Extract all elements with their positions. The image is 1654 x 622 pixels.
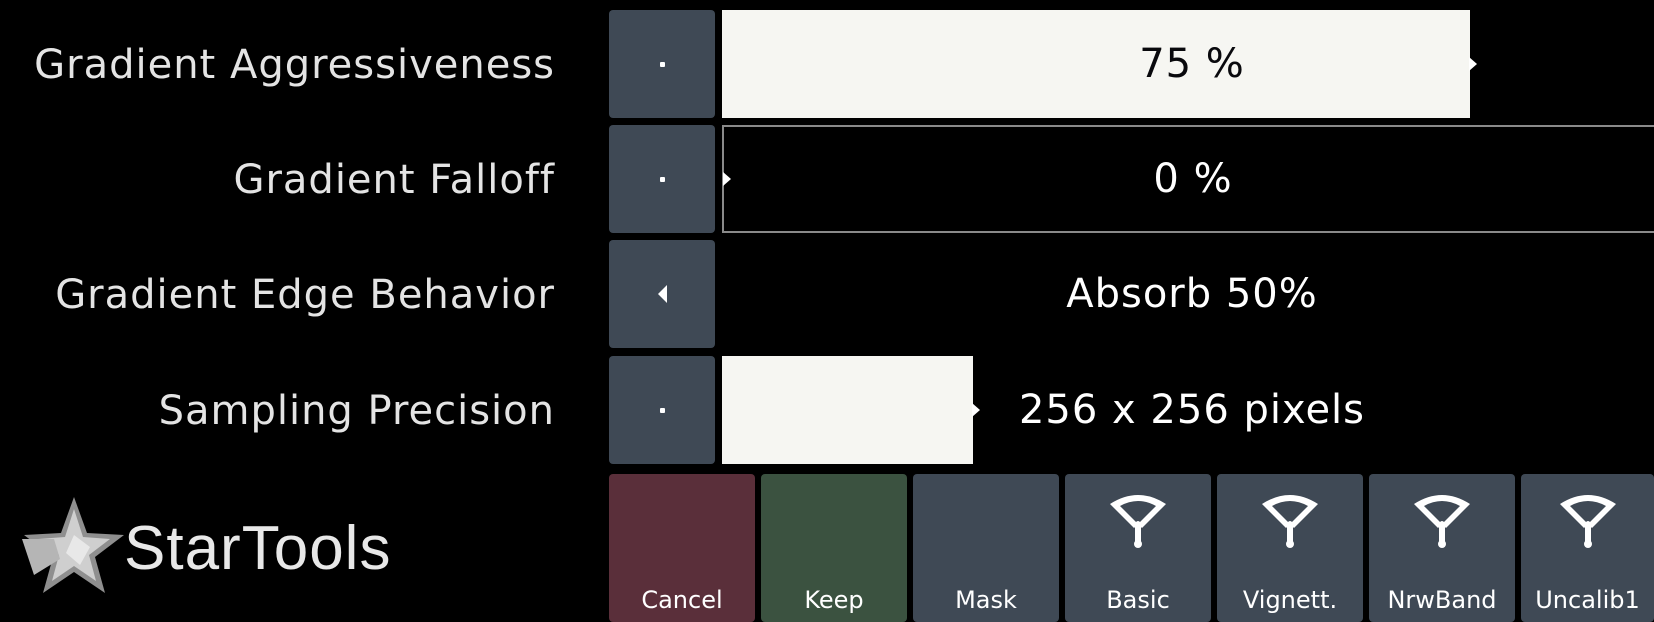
previous-option-button[interactable] <box>609 240 715 348</box>
keep-button-label: Keep <box>804 586 864 614</box>
mask-button[interactable]: Mask <box>913 474 1059 622</box>
param-label: Gradient Falloff <box>233 157 555 203</box>
logo-text: StarTools <box>124 514 392 583</box>
cancel-button[interactable]: Cancel <box>609 474 755 622</box>
cancel-button-label: Cancel <box>641 586 723 614</box>
preset-vignetting-button[interactable]: Vignett. <box>1217 474 1363 622</box>
selector-value: Absorb 50% <box>1066 271 1318 317</box>
triangle-left-icon <box>657 285 667 303</box>
dot-icon <box>659 407 665 413</box>
param-row-gradient-falloff: Gradient Falloff 0 % <box>0 125 1654 235</box>
wiper-icon <box>1262 495 1318 548</box>
selector-gradient-edge-behavior[interactable]: Absorb 50% <box>722 240 1654 348</box>
param-row-sampling-precision: Sampling Precision 256 x 256 pixels <box>0 356 1654 466</box>
wiper-icon <box>1110 495 1166 548</box>
preset-basic-button[interactable]: Basic <box>1065 474 1211 622</box>
star-logo-icon <box>22 497 124 593</box>
preset-label: Uncalib1 <box>1535 586 1640 614</box>
slider-value: 256 x 256 pixels <box>1018 387 1366 433</box>
preset-label: NrwBand <box>1387 586 1497 614</box>
slider-value: 0 % <box>1153 156 1233 202</box>
param-row-gradient-edge-behavior: Gradient Edge Behavior Absorb 50% <box>0 240 1654 350</box>
param-label: Gradient Aggressiveness <box>34 42 555 88</box>
wiper-icon <box>1414 495 1470 548</box>
wiper-icon <box>1559 495 1616 548</box>
preset-narrowband-button[interactable]: NrwBand <box>1369 474 1515 622</box>
mask-button-label: Mask <box>955 586 1017 614</box>
slider-sampling-precision[interactable]: 256 x 256 pixels <box>722 356 1654 464</box>
slider-value: 75 % <box>1139 41 1245 87</box>
dot-icon <box>659 61 665 67</box>
startools-logo: StarTools <box>14 495 444 605</box>
param-label: Sampling Precision <box>158 388 555 434</box>
slider-gradient-falloff[interactable]: 0 % <box>722 125 1654 233</box>
decrement-button[interactable] <box>609 125 715 233</box>
decrement-button[interactable] <box>609 10 715 118</box>
keep-button[interactable]: Keep <box>761 474 907 622</box>
decrement-button[interactable] <box>609 356 715 464</box>
dot-icon <box>659 176 665 182</box>
param-label: Gradient Edge Behavior <box>55 272 555 318</box>
param-row-gradient-aggressiveness: Gradient Aggressiveness 75 % <box>0 10 1654 120</box>
preset-label: Basic <box>1106 586 1170 614</box>
preset-label: Vignett. <box>1242 586 1338 614</box>
preset-uncalibrated-button[interactable]: Uncalib1 <box>1521 474 1654 622</box>
slider-gradient-aggressiveness[interactable]: 75 % <box>722 10 1654 118</box>
